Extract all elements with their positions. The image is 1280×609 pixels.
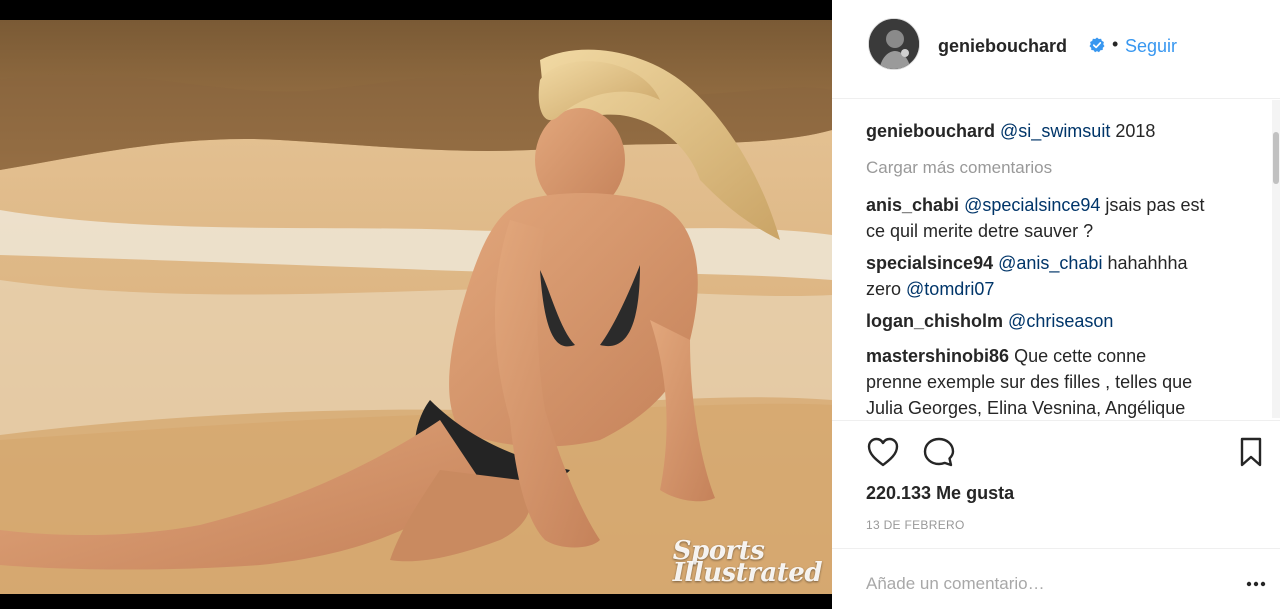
comment-username[interactable]: anis_chabi <box>866 195 959 215</box>
comment-mention[interactable]: @anis_chabi <box>998 253 1102 273</box>
list-item: logan_chisholm @chriseason <box>866 308 1246 334</box>
divider <box>832 548 1280 549</box>
comment-username[interactable]: mastershinobi86 <box>866 346 1009 366</box>
post-photo[interactable]: Sports Illustrated <box>0 20 832 594</box>
list-item: mastershinobi86 Que cette conne prenne e… <box>866 343 1256 418</box>
comment-text: hahahhha <box>1102 253 1188 273</box>
bookmark-icon[interactable] <box>1238 436 1264 468</box>
comments-list-items: anis_chabi @specialsince94 jsais pas est… <box>832 100 1272 418</box>
heart-icon[interactable] <box>866 436 900 468</box>
comment-text-line-2: zero <box>866 279 907 299</box>
speech-bubble-icon[interactable] <box>922 436 956 468</box>
sports-illustrated-watermark: Sports Illustrated <box>672 538 823 588</box>
scrollbar-thumb[interactable] <box>1273 132 1279 184</box>
comment-mention[interactable]: @specialsince94 <box>964 195 1100 215</box>
post-date: 13 DE FEBRERO <box>866 518 965 532</box>
post-side-panel: geniebouchard • Seguir geniebouchard @si… <box>832 0 1280 609</box>
follow-button[interactable]: Seguir <box>1125 36 1177 57</box>
comment-text-line-2: ce quil merite detre sauver ? <box>866 221 1094 241</box>
comment-mention-2[interactable]: @tomdri07 <box>906 279 994 299</box>
ellipsis-icon[interactable] <box>1245 574 1267 594</box>
comment-text-line-3: Julia Georges, Elina Vesnina, Angélique <box>866 398 1186 418</box>
watermark-line-2: Illustrated <box>672 558 823 588</box>
post-author-username[interactable]: geniebouchard <box>938 36 1067 57</box>
avatar-image <box>869 19 919 69</box>
comment-username[interactable]: logan_chisholm <box>866 311 1003 331</box>
comment-mention[interactable]: @chriseason <box>1008 311 1113 331</box>
comments-scrollbar[interactable] <box>1272 100 1280 418</box>
comment-username[interactable]: specialsince94 <box>866 253 993 273</box>
post-actions <box>832 430 1280 474</box>
avatar[interactable] <box>868 18 920 70</box>
like-count[interactable]: 220.133 Me gusta <box>866 483 1014 504</box>
comment-text: Que cette conne <box>1009 346 1147 366</box>
header-separator: • <box>1112 34 1119 54</box>
post-header: geniebouchard • Seguir <box>832 0 1280 99</box>
list-item: anis_chabi @specialsince94 jsais pas est… <box>866 192 1246 244</box>
divider <box>832 420 1280 421</box>
add-comment-input[interactable]: Añade un comentario… <box>866 574 1045 594</box>
comment-text: jsais pas est <box>1100 195 1205 215</box>
comment-text-line-2: prenne exemple sur des filles , telles q… <box>866 372 1193 392</box>
instagram-post-view: Sports Illustrated geniebouchard • Segui… <box>0 0 1280 609</box>
beach-photo-illustration <box>0 20 832 594</box>
photo-frame: Sports Illustrated <box>0 0 832 609</box>
list-item: specialsince94 @anis_chabi hahahhha zero… <box>866 250 1246 302</box>
verified-badge-icon <box>1089 37 1105 53</box>
